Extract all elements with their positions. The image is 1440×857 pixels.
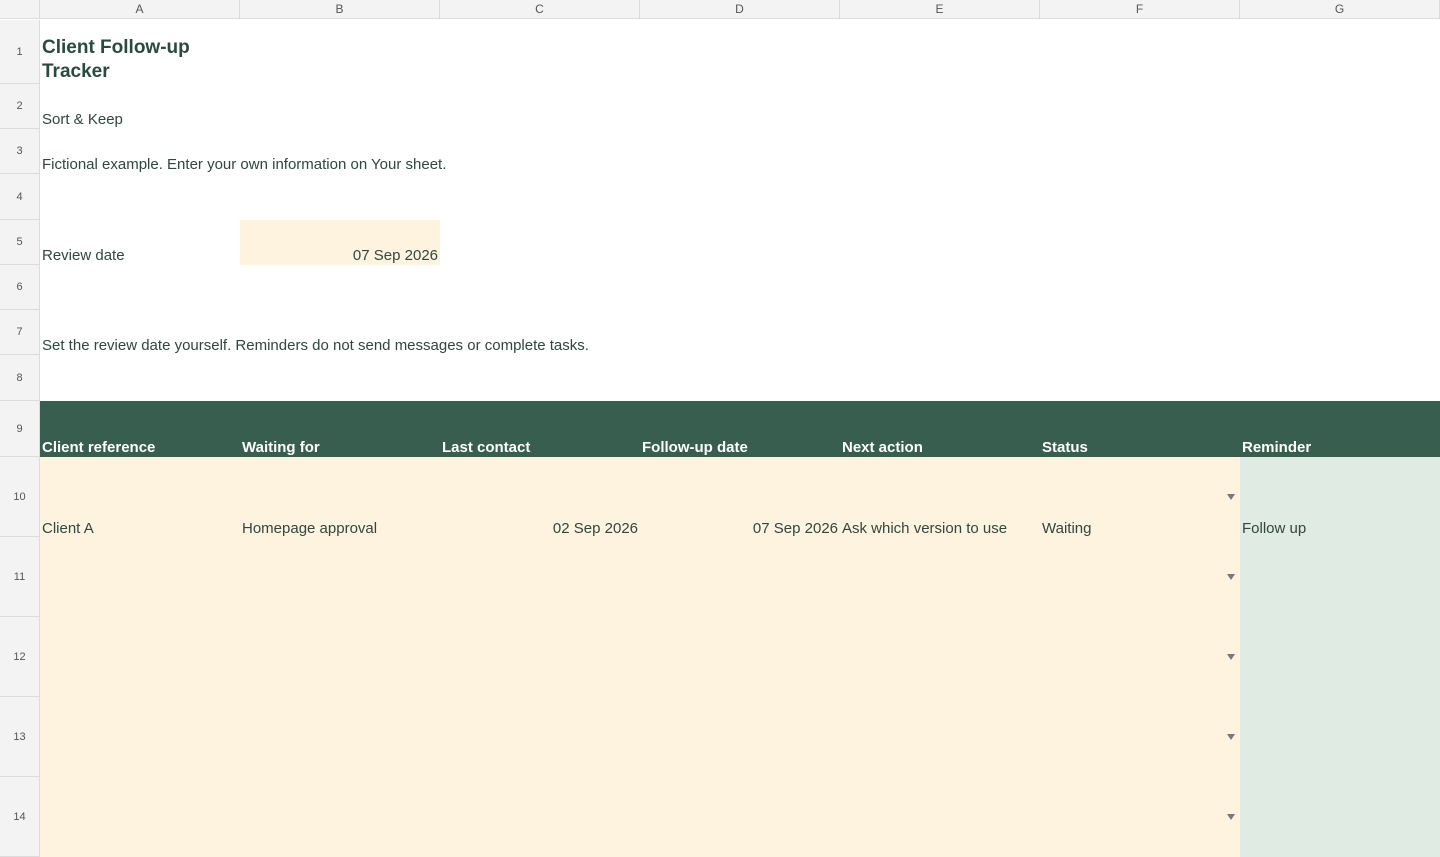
instruction-text: Set the review date yourself. Reminders … bbox=[42, 337, 589, 354]
example-note: Fictional example. Enter your own inform… bbox=[42, 156, 447, 173]
dropdown-arrow-icon[interactable] bbox=[1227, 734, 1235, 740]
row-header-4[interactable]: 4 bbox=[0, 174, 40, 220]
dropdown-arrow-icon[interactable] bbox=[1227, 654, 1235, 660]
header-waiting-for: Waiting for bbox=[242, 439, 320, 456]
row-header-10[interactable]: 10 bbox=[0, 457, 40, 537]
cell-waiting-for[interactable]: Homepage approval bbox=[240, 457, 440, 537]
cell-next-action[interactable]: Ask which version to use bbox=[840, 457, 1040, 537]
row-header-6[interactable]: 6 bbox=[0, 265, 40, 310]
column-header-e[interactable]: E bbox=[840, 0, 1040, 19]
cell-client-reference[interactable]: Client A bbox=[40, 457, 240, 537]
row-header-3[interactable]: 3 bbox=[0, 129, 40, 174]
row-header-9[interactable]: 9 bbox=[0, 401, 40, 457]
row-header-7[interactable]: 7 bbox=[0, 310, 40, 355]
column-header-b[interactable]: B bbox=[240, 0, 440, 19]
row-header-1[interactable]: 1 bbox=[0, 20, 40, 84]
cell-status[interactable]: Waiting bbox=[1040, 457, 1240, 537]
row-header-2[interactable]: 2 bbox=[0, 84, 40, 129]
select-all-corner[interactable] bbox=[0, 0, 40, 19]
row-header-14[interactable]: 14 bbox=[0, 777, 40, 857]
header-follow-up-date: Follow-up date bbox=[642, 439, 748, 456]
row-header-5[interactable]: 5 bbox=[0, 220, 40, 265]
cell-follow-up-date[interactable]: 07 Sep 2026 bbox=[640, 457, 840, 537]
sheet-subtitle: Sort & Keep bbox=[42, 111, 123, 128]
column-header-d[interactable]: D bbox=[640, 0, 840, 19]
column-header-g[interactable]: G bbox=[1240, 0, 1440, 19]
sheet-title: Client Follow-up Tracker bbox=[42, 37, 190, 82]
dropdown-arrow-icon[interactable] bbox=[1227, 574, 1235, 580]
header-last-contact: Last contact bbox=[442, 439, 531, 456]
header-client-reference: Client reference bbox=[42, 439, 156, 456]
header-next-action: Next action bbox=[842, 439, 923, 456]
column-header-a[interactable]: A bbox=[40, 0, 240, 19]
cell-last-contact[interactable]: 02 Sep 2026 bbox=[440, 457, 640, 537]
dropdown-arrow-icon[interactable] bbox=[1227, 814, 1235, 820]
column-header-f[interactable]: F bbox=[1040, 0, 1240, 19]
cell-reminder: Follow up bbox=[1242, 520, 1307, 537]
row-header-8[interactable]: 8 bbox=[0, 355, 40, 401]
review-date-label: Review date bbox=[42, 247, 125, 264]
header-reminder: Reminder bbox=[1242, 439, 1312, 456]
header-status: Status bbox=[1042, 439, 1088, 456]
dropdown-arrow-icon[interactable] bbox=[1227, 494, 1235, 500]
row-header-11[interactable]: 11 bbox=[0, 537, 40, 617]
row-header-13[interactable]: 13 bbox=[0, 697, 40, 777]
review-date-input[interactable]: 07 Sep 2026 bbox=[240, 220, 440, 265]
row-header-12[interactable]: 12 bbox=[0, 617, 40, 697]
column-header-c[interactable]: C bbox=[440, 0, 640, 19]
